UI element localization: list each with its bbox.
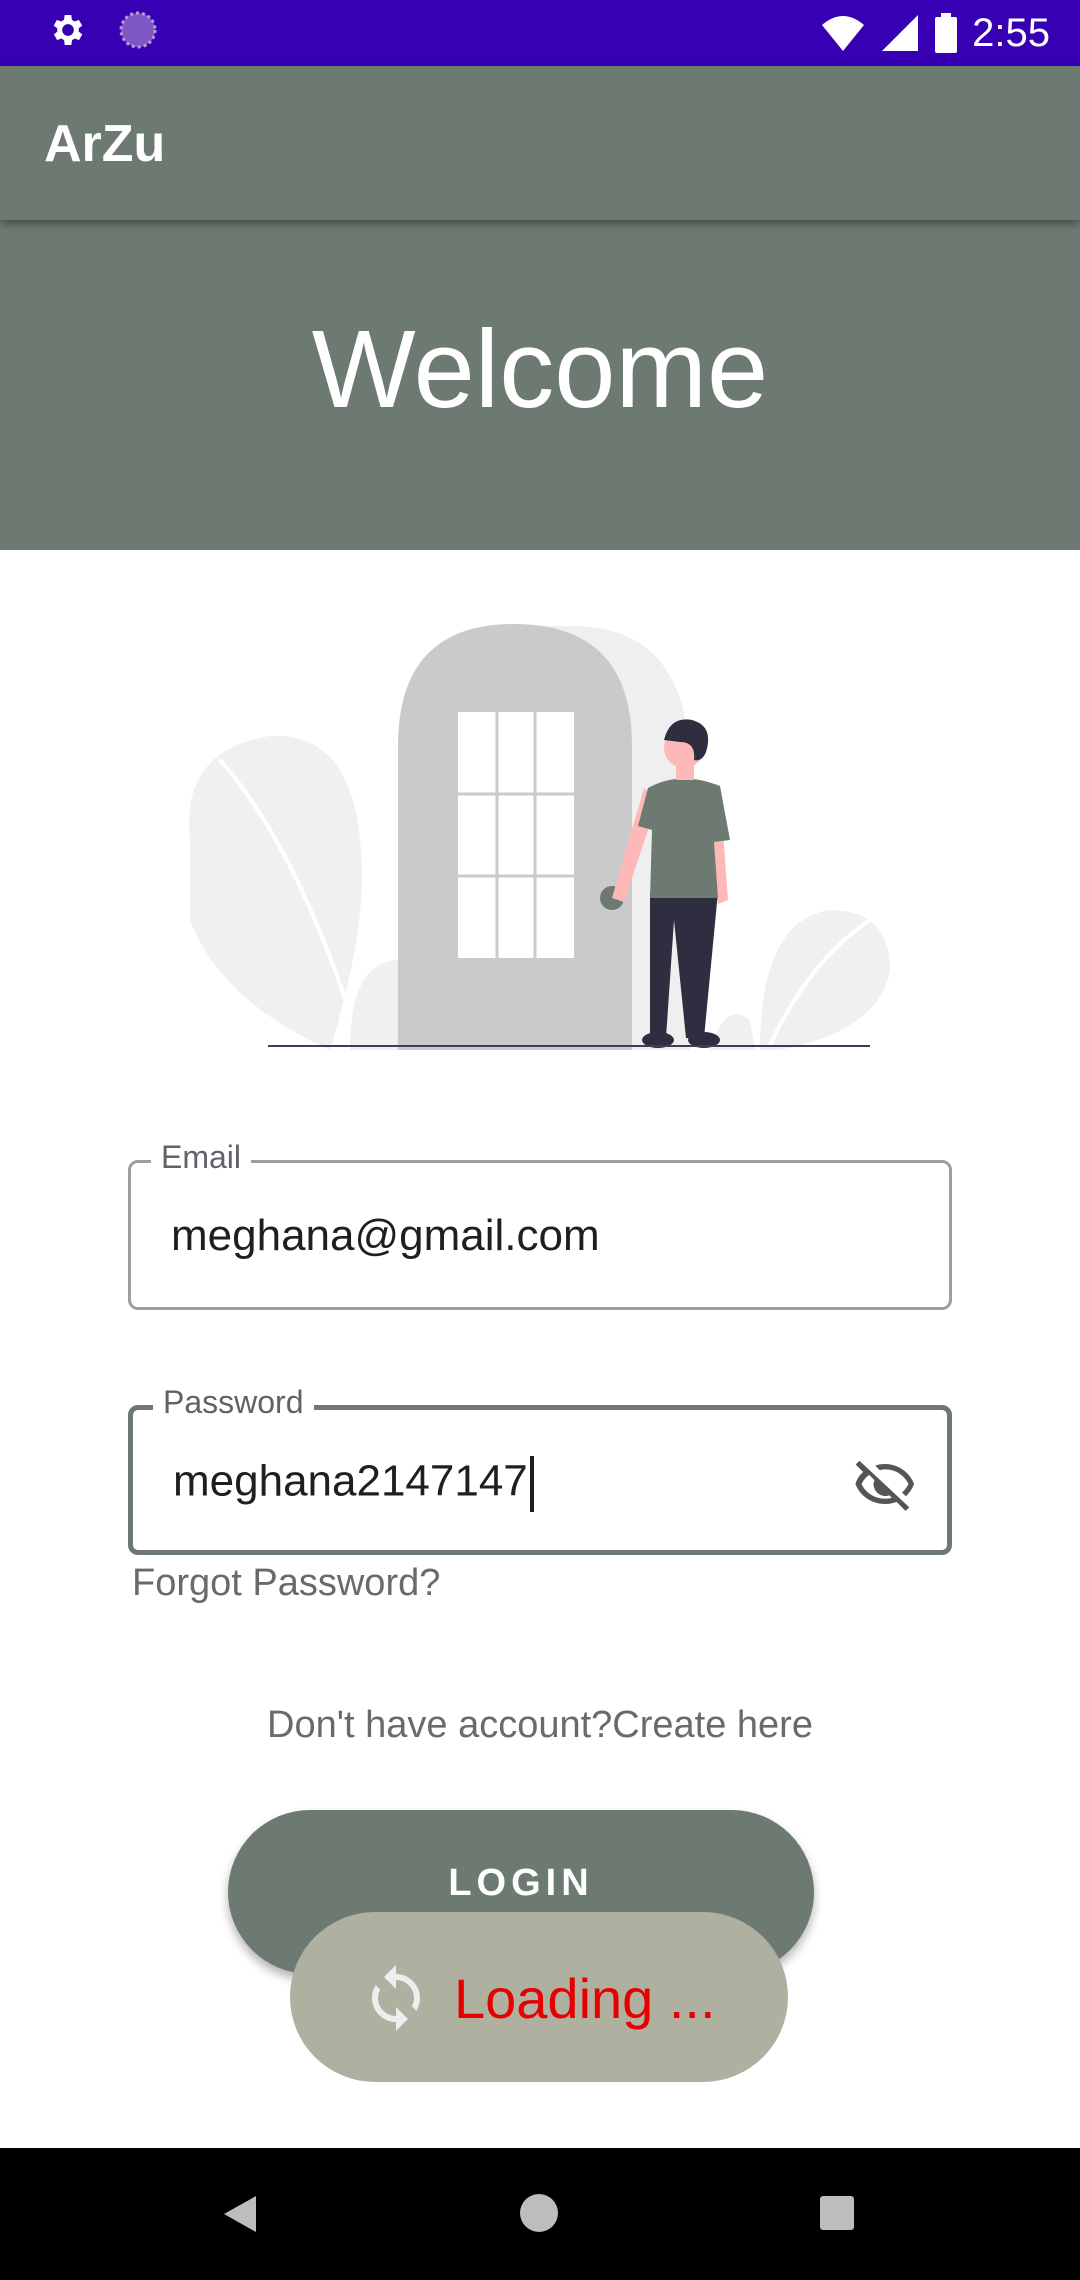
password-input[interactable]: meghana2147147 — [173, 1456, 534, 1512]
refresh-icon — [372, 1965, 420, 2031]
login-button-label: LOGIN — [448, 1862, 594, 1904]
app-title: ArZu — [44, 115, 166, 173]
wifi-icon — [822, 16, 865, 51]
loading-toast: Loading ... — [290, 1912, 788, 2082]
app-bar: ArZu — [0, 66, 1080, 220]
settings-icon — [53, 15, 83, 45]
password-field[interactable]: Password meghana2147147 — [128, 1384, 952, 1555]
email-field[interactable]: Email meghana@gmail.com — [128, 1139, 952, 1310]
navigation-bar — [0, 2148, 1080, 2280]
welcome-heading: Welcome — [311, 308, 769, 431]
clock: 2:55 — [972, 11, 1050, 55]
email-input[interactable]: meghana@gmail.com — [171, 1211, 600, 1261]
forgot-password-link[interactable]: Forgot Password? — [132, 1562, 440, 1605]
welcome-banner: Welcome — [0, 220, 1080, 550]
text-cursor — [529, 1456, 534, 1512]
home-icon[interactable] — [520, 2194, 558, 2232]
status-bar: 2:55 — [0, 0, 1080, 66]
create-account-link[interactable]: Don't have account?Create here — [0, 1704, 1080, 1747]
visibility-off-icon[interactable] — [853, 1452, 917, 1516]
password-label: Password — [153, 1384, 314, 1421]
battery-icon — [935, 13, 958, 53]
loading-text: Loading ... — [454, 1967, 716, 2030]
sync-circle-icon — [119, 11, 157, 49]
email-label: Email — [151, 1139, 252, 1176]
password-value: meghana2147147 — [173, 1456, 528, 1506]
back-icon[interactable] — [222, 2194, 258, 2234]
cellular-signal-icon — [882, 15, 919, 51]
recents-icon[interactable] — [820, 2196, 854, 2230]
door-illustration — [189, 624, 890, 1050]
